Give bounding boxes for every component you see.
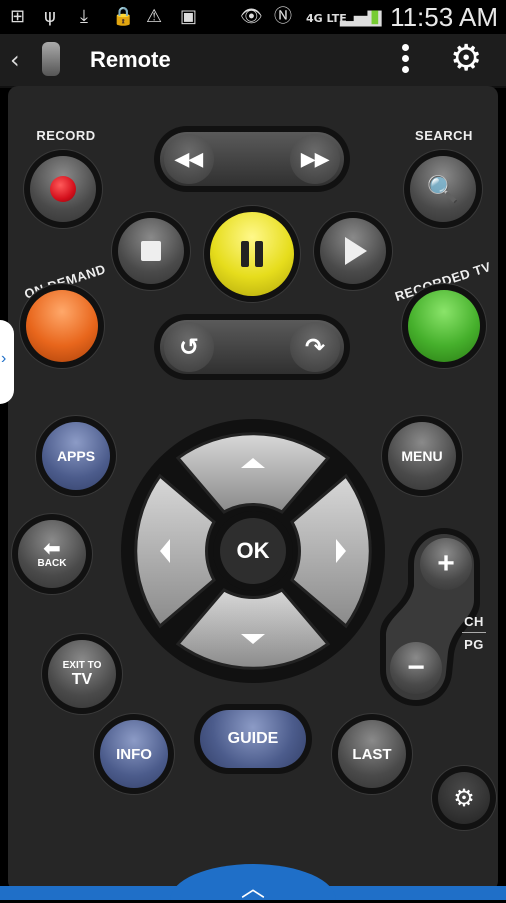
minus-icon: − [407, 651, 425, 684]
stop-button[interactable] [118, 218, 184, 284]
gear-icon: ⚙ [453, 784, 475, 812]
info-button[interactable]: INFO [100, 720, 168, 788]
play-icon [345, 237, 367, 265]
channel-down-button[interactable]: − [390, 642, 442, 694]
record-label: RECORD [36, 128, 96, 143]
usb-icon: ψ [44, 6, 56, 27]
ch-label: CH [464, 614, 484, 629]
apps-button[interactable]: APPS [42, 422, 110, 490]
skip-forward-icon: ↷ [304, 333, 326, 361]
tv-label: TV [71, 670, 93, 688]
settings-gear-icon[interactable]: ⚙ [450, 40, 488, 78]
warning-icon: ⚠ [146, 6, 163, 27]
back-arrow-icon: ⬅ [43, 537, 61, 560]
page-title: Remote [90, 47, 171, 72]
search-icon: 🔍 [426, 173, 460, 204]
eye-icon: 👁 [240, 6, 263, 27]
download-icon: ⤓ [80, 6, 88, 27]
back-chevron-icon[interactable]: ‹ [10, 46, 20, 74]
fast-forward-icon: ▶▶ [301, 148, 329, 169]
menu-button[interactable]: MENU [388, 422, 456, 490]
overflow-menu-icon[interactable] [402, 44, 410, 76]
play-button[interactable] [320, 218, 386, 284]
guide-button[interactable]: GUIDE [200, 710, 306, 768]
pause-icon [241, 241, 263, 267]
channel-up-button[interactable]: + [420, 538, 472, 590]
ch-pg-divider [462, 632, 486, 633]
last-button[interactable]: LAST [338, 720, 406, 788]
battery-icon: ▮ [370, 6, 380, 27]
fast-forward-button[interactable]: ▶▶ [290, 134, 340, 184]
chevron-up-icon: ︿ [241, 874, 265, 902]
remote-settings-button[interactable]: ⚙ [438, 772, 490, 824]
image-icon: ▣ [180, 6, 198, 27]
pause-button[interactable] [210, 212, 294, 296]
side-drawer-handle[interactable]: › [0, 320, 14, 404]
back-button[interactable]: ⬅ BACK [18, 520, 86, 588]
record-button[interactable] [30, 156, 96, 222]
chevron-right-icon: › [1, 350, 7, 367]
add-icon: ⊞ [10, 6, 26, 27]
remote-app-icon [42, 42, 60, 76]
rewind-button[interactable]: ◀◀ [164, 134, 214, 184]
search-label: SEARCH [415, 128, 473, 143]
rewind-icon: ◀◀ [175, 148, 203, 169]
search-button[interactable]: 🔍 [410, 156, 476, 222]
status-time: 11:53 AM [390, 2, 498, 32]
action-bar: ‹ Remote ⚙ [0, 34, 506, 88]
on-demand-button[interactable] [26, 290, 98, 362]
nfc-icon: Ⓝ [274, 6, 292, 27]
back-label: BACK [37, 557, 67, 569]
status-bar: ⊞ ψ ⤓ 🔒 ⚠ ▣ 👁 Ⓝ 4G LTE ▂▄▆ ▮ 11:53 AM [0, 0, 506, 34]
ok-button[interactable]: OK [220, 518, 286, 584]
skip-forward-button[interactable]: ↷ [290, 322, 340, 372]
exit-to-label: EXIT TO [62, 659, 102, 671]
lock-wifi-icon: 🔒 [112, 6, 135, 27]
remote-panel: RECORD ◀◀ ▶▶ SEARCH 🔍 ON DEMAND RECORDED… [8, 86, 498, 891]
replay-button[interactable]: ↺ [164, 322, 214, 372]
recorded-tv-button[interactable] [408, 290, 480, 362]
record-dot-icon [50, 176, 76, 202]
pg-label: PG [464, 637, 484, 652]
replay-icon: ↺ [178, 333, 200, 361]
exit-to-tv-button[interactable]: EXIT TO TV [48, 640, 116, 708]
stop-icon [141, 241, 161, 261]
plus-icon: + [437, 547, 455, 580]
